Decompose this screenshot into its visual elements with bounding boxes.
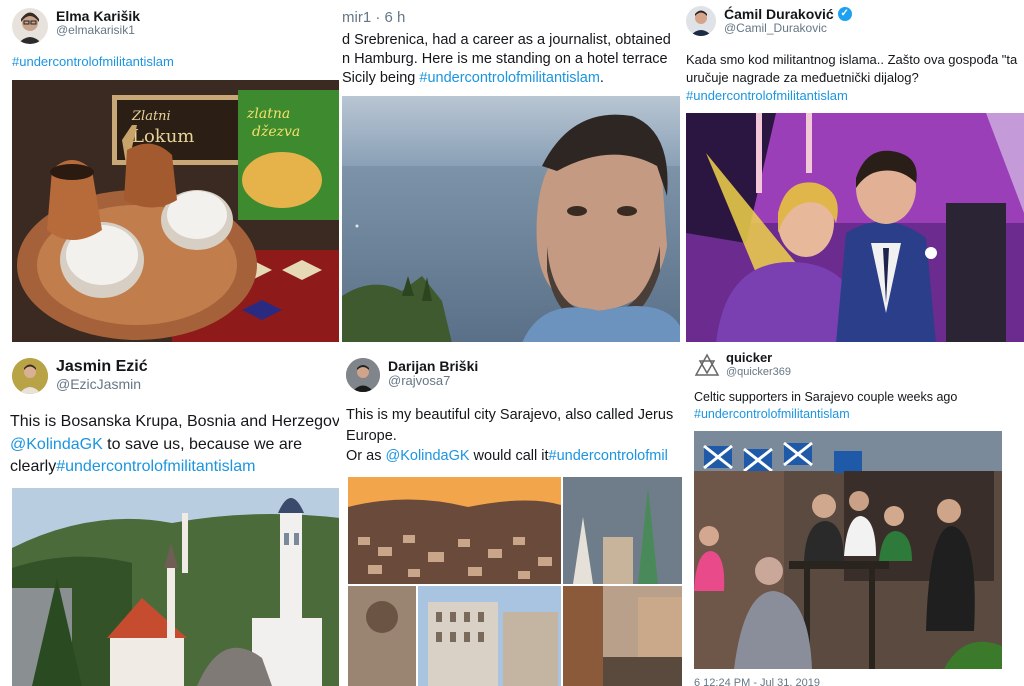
hashtag-link[interactable]: #undercontrolofmilitantislam bbox=[56, 458, 255, 475]
tweet-header: Elma Karišik @elmakarisik1 bbox=[12, 8, 140, 44]
tweet-header: Ćamil Duraković ✓ @Camil_Durakovic bbox=[686, 6, 852, 36]
tweet-text-line3: Sicily being bbox=[342, 70, 420, 86]
hashtag-link[interactable]: #undercontrolofmil bbox=[549, 448, 668, 464]
user-handle[interactable]: @elmakarisik1 bbox=[56, 23, 140, 38]
tweet-header: quicker @quicker369 bbox=[692, 350, 791, 381]
user-handle[interactable]: @Camil_Durakovic bbox=[724, 21, 852, 36]
mention-link[interactable]: @KolindaGK bbox=[385, 448, 469, 464]
tweet-photo-collage[interactable] bbox=[348, 477, 682, 686]
tweet-text-line2: Europe. bbox=[346, 428, 397, 444]
tweet-text-line1: This is Bosanska Krupa, Bosnia and Herze… bbox=[10, 413, 340, 430]
tweet-header: Jasmin Ezić @EzicJasmin bbox=[12, 358, 148, 394]
tweet-quicker: quicker @quicker369 Celtic supporters in… bbox=[682, 343, 1024, 686]
user-name[interactable]: Ćamil Duraković bbox=[724, 6, 834, 22]
tweet-text-line2: uručuje nagrade za međuetnički dijalog? bbox=[686, 70, 919, 85]
user-name[interactable]: Jasmin Ezić bbox=[56, 358, 148, 376]
user-handle[interactable]: @EzicJasmin bbox=[56, 376, 148, 392]
tweet-text-line1: Kada smo kod militantnog islama.. Zašto … bbox=[686, 52, 1018, 67]
svg-text:džezva: džezva bbox=[252, 123, 300, 140]
tweet-header: Darijan Briški @rajvosa7 bbox=[346, 358, 478, 392]
user-name[interactable]: Darijan Briški bbox=[388, 358, 478, 374]
tweet-footer: 6 12:24 PM - Jul 31, 2019 bbox=[694, 677, 820, 686]
avatar[interactable] bbox=[346, 358, 380, 392]
tweet-srebrenica: mir1 · 6 h d Srebrenica, had a career as… bbox=[340, 0, 682, 343]
tweet-elma: Elma Karišik @elmakarisik1 #undercontrol… bbox=[0, 0, 340, 343]
hashtag-link[interactable]: #undercontrolofmilitantislam bbox=[686, 88, 848, 103]
tweet-text-line1: This is my beautiful city Sarajevo, also… bbox=[346, 407, 674, 423]
avatar[interactable] bbox=[686, 6, 716, 36]
user-name[interactable]: Elma Karišik bbox=[56, 8, 140, 24]
user-handle[interactable]: @rajvosa7 bbox=[388, 373, 478, 389]
tweet-text-line2: n Hamburg. Here is me standing on a hote… bbox=[342, 51, 668, 67]
tweet-jasmin: Jasmin Ezić @EzicJasmin This is Bosanska… bbox=[0, 343, 340, 686]
user-handle[interactable]: @quicker369 bbox=[726, 366, 791, 379]
tweet-photo[interactable] bbox=[686, 113, 1024, 343]
avatar[interactable] bbox=[692, 351, 722, 381]
tweet-text-line1: Celtic supporters in Sarajevo couple wee… bbox=[694, 390, 958, 404]
avatar[interactable] bbox=[12, 8, 48, 44]
tweet-text-line1: d Srebrenica, had a career as a journali… bbox=[342, 32, 671, 48]
product-brand-2: Lokum bbox=[132, 126, 194, 147]
svg-text:zlatna: zlatna bbox=[246, 106, 290, 122]
product-brand: Zlatni bbox=[131, 109, 171, 124]
user-name[interactable]: quicker bbox=[726, 350, 791, 366]
tweet-photo[interactable]: Zlatni Lokum zlatna džezva bbox=[12, 80, 340, 343]
mention-link[interactable]: @KolindaGK bbox=[10, 436, 103, 453]
tweet-darijan: Darijan Briški @rajvosa7 This is my beau… bbox=[340, 343, 682, 686]
avatar[interactable] bbox=[12, 358, 48, 394]
tweet-meta: mir1 · 6 h bbox=[342, 9, 406, 26]
collage-divider bbox=[0, 342, 1024, 345]
tweet-photo[interactable] bbox=[12, 488, 340, 686]
hashtag-link[interactable]: #undercontrolofmilitantislam bbox=[12, 54, 174, 69]
tweet-photo[interactable] bbox=[694, 431, 1002, 669]
verified-badge-icon: ✓ bbox=[837, 7, 852, 22]
hashtag-link[interactable]: #undercontrolofmilitantislam bbox=[419, 70, 600, 86]
tweet-camil: Ćamil Duraković ✓ @Camil_Durakovic Kada s… bbox=[682, 0, 1024, 343]
tweet-photo[interactable] bbox=[342, 96, 680, 343]
hashtag-link[interactable]: #undercontrolofmilitantislam bbox=[694, 407, 850, 421]
